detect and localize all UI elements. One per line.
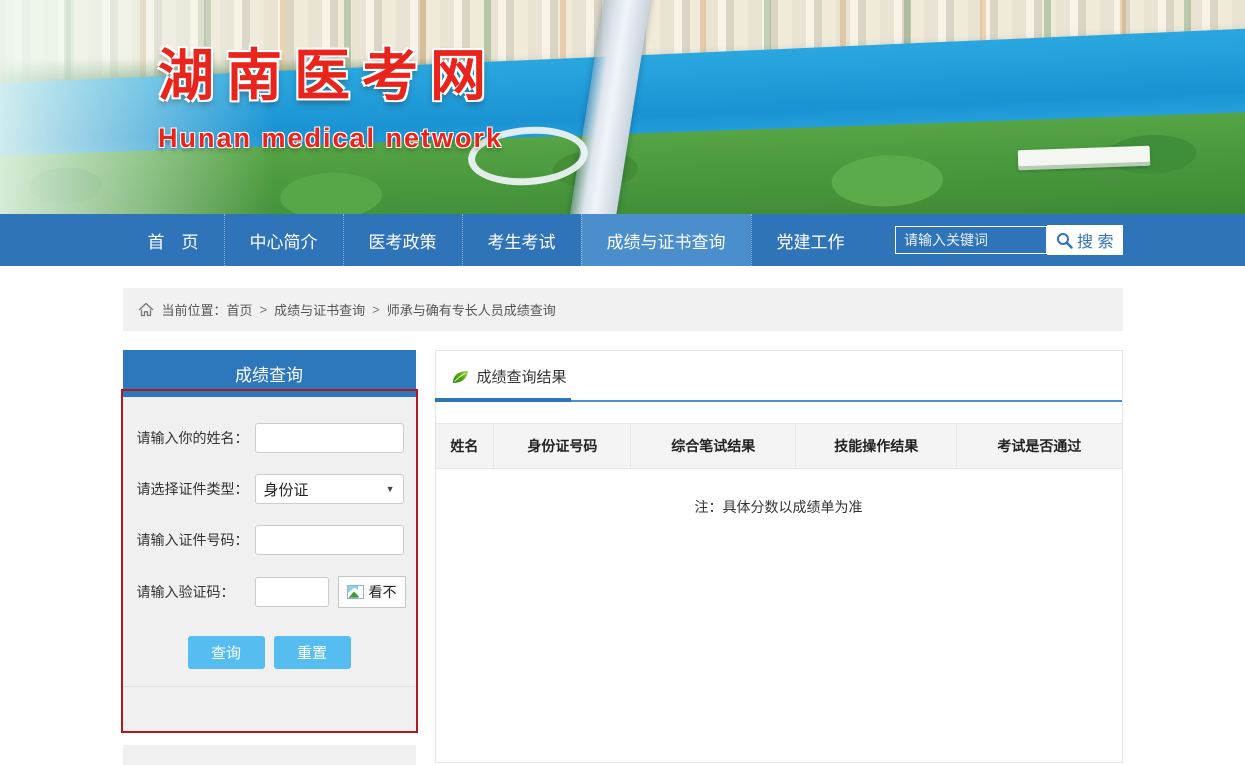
nav-item-exam-policy[interactable]: 医考政策 [343, 214, 462, 266]
col-header-id-number: 身份证号码 [494, 424, 631, 469]
captcha-image[interactable]: 看不 [338, 576, 406, 608]
query-button[interactable]: 查询 [188, 636, 265, 669]
captcha-input[interactable] [255, 577, 329, 607]
reset-button[interactable]: 重置 [274, 636, 351, 669]
results-table: 姓名 身份证号码 综合笔试结果 技能操作结果 考试是否通过 [436, 423, 1122, 469]
results-tab-bar: 成绩查询结果 [436, 351, 1122, 400]
id-number-field-row: 请输入证件号码： [137, 525, 404, 555]
query-results-panel: 成绩查询结果 姓名 身份证号码 综合笔试结果 技能操作结果 考试是否通过 注：具… [435, 350, 1123, 763]
main-nav-inner: 首 页 中心简介 医考政策 考生考试 成绩与证书查询 党建工作 搜 索 [123, 214, 1123, 266]
search-button[interactable]: 搜 索 [1047, 225, 1122, 255]
nav-item-score-certificate-query[interactable]: 成绩与证书查询 [581, 214, 751, 266]
search-button-label: 搜 索 [1077, 228, 1113, 252]
breadcrumb-separator: > [260, 302, 268, 317]
id-type-field-row: 请选择证件类型： 身份证 ▼ [137, 474, 404, 504]
col-header-pass-status: 考试是否通过 [957, 424, 1122, 469]
page-content: 成绩查询 请输入你的姓名： 请选择证件类型： 身份证 ▼ 请输入证 [123, 350, 1123, 765]
nav-item-party-building[interactable]: 党建工作 [751, 214, 870, 266]
score-query-form: 请输入你的姓名： 请选择证件类型： 身份证 ▼ 请输入证件号码： [123, 397, 416, 733]
results-tab-title[interactable]: 成绩查询结果 [477, 366, 567, 387]
form-bottom-spacer [123, 687, 416, 733]
col-header-name: 姓名 [436, 424, 494, 469]
name-field-row: 请输入你的姓名： [137, 423, 404, 453]
breadcrumb-item-score-query[interactable]: 成绩与证书查询 [274, 300, 365, 319]
search-icon [1056, 232, 1073, 249]
breadcrumb: 当前位置： 首页 > 成绩与证书查询 > 师承与确有专长人员成绩查询 [123, 288, 1123, 331]
nav-item-home[interactable]: 首 页 [123, 214, 224, 266]
main-nav: 首 页 中心简介 医考政策 考生考试 成绩与证书查询 党建工作 搜 索 [0, 214, 1245, 266]
results-table-header-row: 姓名 身份证号码 综合笔试结果 技能操作结果 考试是否通过 [436, 424, 1122, 469]
sidebar-title: 成绩查询 [123, 350, 416, 397]
home-icon [138, 302, 154, 317]
nav-item-center-intro[interactable]: 中心简介 [224, 214, 343, 266]
form-buttons-row: 查询 重置 [123, 636, 416, 669]
nav-search: 搜 索 [895, 214, 1122, 266]
id-number-field-label: 请输入证件号码： [137, 530, 255, 550]
sidebar-footer-block [123, 745, 416, 765]
id-type-selected-value: 身份证 [264, 479, 309, 500]
leaf-icon [452, 370, 469, 384]
id-type-field-label: 请选择证件类型： [137, 479, 255, 499]
nav-item-candidate-exam[interactable]: 考生考试 [462, 214, 581, 266]
chevron-down-icon: ▼ [386, 484, 395, 494]
name-field-label: 请输入你的姓名： [137, 428, 255, 448]
col-header-skill-result: 技能操作结果 [796, 424, 957, 469]
col-header-written-result: 综合笔试结果 [631, 424, 796, 469]
tab-underline [436, 400, 1122, 402]
breadcrumb-item-current-page: 师承与确有专长人员成绩查询 [387, 300, 556, 319]
site-banner: 湖南医考网 Hunan medical network [0, 0, 1245, 214]
captcha-field-label: 请输入验证码： [137, 582, 255, 602]
breadcrumb-label: 当前位置： [162, 300, 227, 319]
site-subtitle: Hunan medical network [158, 123, 503, 154]
breadcrumb-separator: > [372, 302, 380, 317]
tab-underline-active [435, 398, 571, 402]
id-number-input[interactable] [255, 525, 404, 555]
breadcrumb-item-home[interactable]: 首页 [227, 300, 253, 319]
id-type-select[interactable]: 身份证 ▼ [255, 474, 404, 504]
name-input[interactable] [255, 423, 404, 453]
score-query-sidebar: 成绩查询 请输入你的姓名： 请选择证件类型： 身份证 ▼ 请输入证 [123, 350, 416, 765]
site-logo: 湖南医考网 Hunan medical network [158, 42, 503, 154]
broken-image-icon [347, 585, 365, 600]
captcha-field-row: 请输入验证码： 看不 [137, 576, 404, 608]
search-input[interactable] [895, 226, 1047, 254]
site-title: 湖南医考网 [158, 42, 503, 109]
results-note: 注：具体分数以成绩单为准 [436, 497, 1122, 517]
captcha-alt-text: 看不 [369, 582, 397, 602]
